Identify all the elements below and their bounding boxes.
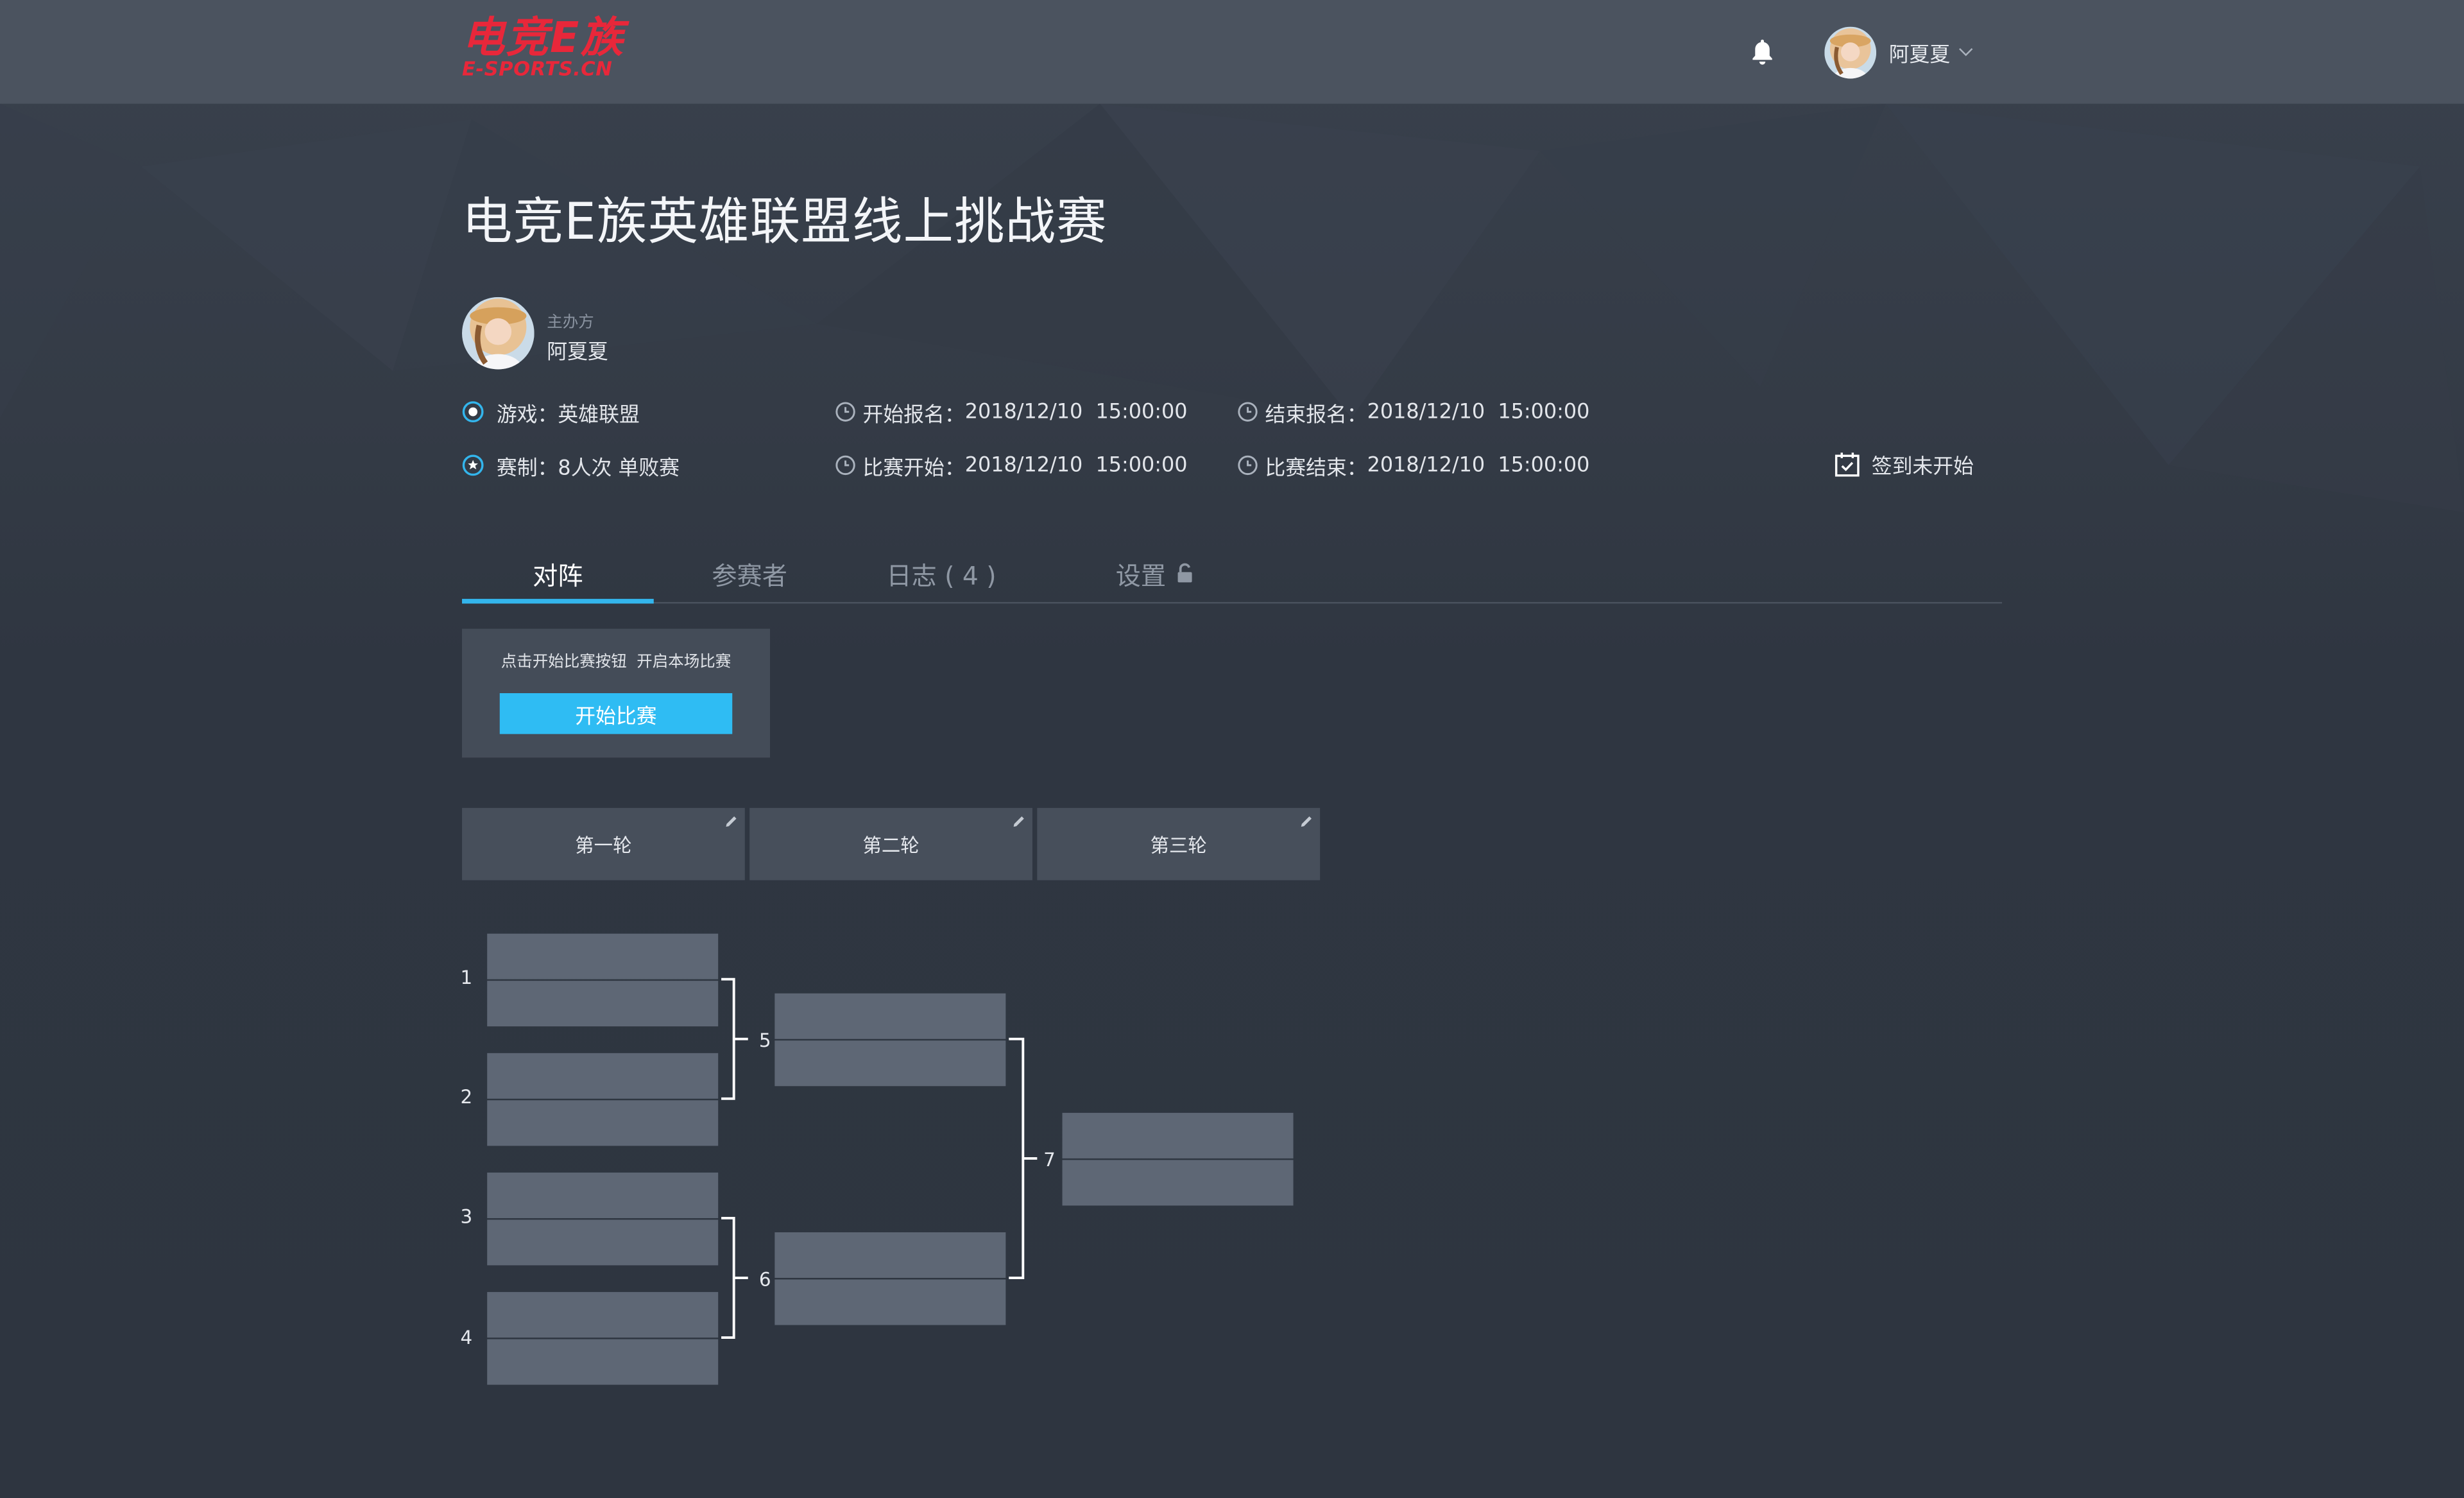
round-header-3: 第三轮	[1037, 807, 1321, 881]
avatar	[1824, 26, 1877, 78]
match-1-slot-b[interactable]	[487, 981, 719, 1027]
round-label-2: 第二轮	[862, 834, 920, 856]
match-number-3: 3	[460, 1205, 473, 1228]
match-7-slot-b[interactable]	[1062, 1160, 1294, 1206]
logo-text-cn: 电竞E族	[462, 14, 625, 63]
clock-icon	[1238, 402, 1258, 422]
round-label-3: 第三轮	[1150, 834, 1207, 856]
clock-icon	[835, 455, 855, 476]
active-tab-indicator	[462, 599, 654, 604]
page: 电竞E族 E-SPORTS.CN 阿夏夏 电竞E族英雄联盟线上挑战赛 主办方 阿…	[0, 0, 2464, 1498]
tab-participants[interactable]: 参赛者	[654, 544, 846, 602]
match-3-slot-b[interactable]	[487, 1219, 719, 1266]
match-number-7: 7	[1043, 1149, 1056, 1171]
top-bar: 电竞E族 E-SPORTS.CN 阿夏夏	[0, 0, 2464, 104]
start-match-hint: 点击开始比赛按钮 开启本场比赛	[501, 653, 732, 671]
star-badge-icon	[462, 454, 484, 476]
match-end-label: 比赛结束：	[1265, 456, 1367, 481]
match-start-label: 比赛开始：	[862, 456, 965, 481]
format-label: 赛制：	[496, 456, 558, 481]
game-value: 英雄联盟	[558, 403, 640, 427]
match-7-slot-a[interactable]	[1062, 1112, 1294, 1158]
tab-bracket-label: 对阵	[533, 560, 583, 590]
bell-icon[interactable]	[1749, 38, 1776, 66]
pencil-icon[interactable]	[724, 814, 739, 829]
bracket-connectors	[721, 977, 1038, 1339]
pencil-icon[interactable]	[1012, 814, 1026, 829]
registration-end-label: 结束报名：	[1265, 403, 1367, 427]
registration-end-value: 2018/12/10 15:00:00	[1367, 400, 1590, 424]
lock-icon	[1177, 563, 1192, 583]
start-match-panel: 点击开始比赛按钮 开启本场比赛 开始比赛	[462, 628, 771, 758]
tab-log[interactable]: 日志 ( 4 )	[846, 544, 1038, 602]
tab-settings[interactable]: 设置	[1059, 544, 1251, 602]
logo[interactable]: 电竞E族 E-SPORTS.CN	[462, 15, 682, 88]
pencil-icon[interactable]	[1299, 814, 1313, 829]
calendar-check-icon	[1835, 452, 1860, 476]
tab-bracket[interactable]: 对阵	[462, 544, 654, 602]
match-start-value: 2018/12/10 15:00:00	[964, 453, 1188, 478]
match-end-info: 比赛结束： 2018/12/10 15:00:00	[1236, 451, 1590, 481]
registration-start-label: 开始报名：	[862, 403, 965, 427]
match-5-slot-a[interactable]	[774, 993, 1006, 1039]
tab-participants-label: 参赛者	[712, 560, 787, 590]
round-label-1: 第一轮	[575, 834, 632, 856]
round-header-1: 第一轮	[462, 807, 745, 881]
match-4-slot-a[interactable]	[487, 1292, 719, 1338]
registration-end-info: 结束报名： 2018/12/10 15:00:00	[1236, 398, 1590, 427]
checkin-status-label: 签到未开始	[1871, 454, 1974, 479]
match-2-slot-b[interactable]	[487, 1100, 719, 1146]
match-2-slot-a[interactable]	[487, 1053, 719, 1099]
logo-text-en: E-SPORTS.CN	[462, 56, 613, 80]
format-info: 赛制： 8人次 单败赛	[462, 451, 680, 481]
registration-start-info: 开始报名： 2018/12/10 15:00:00	[834, 398, 1188, 427]
match-5-slot-b[interactable]	[774, 1040, 1006, 1087]
page-title: 电竞E族英雄联盟线上挑战赛	[462, 191, 1108, 252]
host-avatar	[462, 297, 535, 370]
match-start-info: 比赛开始： 2018/12/10 15:00:00	[834, 451, 1188, 481]
match-number-2: 2	[460, 1086, 473, 1108]
tab-log-label: 日志 ( 4 )	[886, 560, 997, 590]
match-4-slot-b[interactable]	[487, 1339, 719, 1385]
game-info: 游戏： 英雄联盟	[462, 398, 640, 427]
tab-settings-label: 设置	[1115, 560, 1167, 590]
host-name: 阿夏夏	[547, 341, 608, 365]
format-value: 8人次 单败赛	[558, 456, 680, 481]
start-match-button[interactable]: 开始比赛	[499, 693, 733, 734]
match-1-slot-a[interactable]	[487, 933, 719, 979]
match-6-slot-a[interactable]	[774, 1232, 1006, 1278]
registration-start-value: 2018/12/10 15:00:00	[964, 400, 1188, 424]
match-number-6: 6	[758, 1268, 771, 1291]
user-name: 阿夏夏	[1888, 43, 1951, 67]
match-number-4: 4	[460, 1326, 473, 1349]
match-3-slot-a[interactable]	[487, 1172, 719, 1218]
checkin-status[interactable]: 签到未开始	[1834, 449, 1974, 479]
tab-bar: 对阵 参赛者 日志 ( 4 ) 设置	[462, 544, 2003, 604]
radio-icon	[462, 401, 484, 423]
match-number-5: 5	[758, 1029, 771, 1052]
user-menu[interactable]: 阿夏夏	[1824, 25, 1974, 78]
match-end-value: 2018/12/10 15:00:00	[1367, 453, 1590, 478]
chevron-down-icon	[1959, 48, 1973, 56]
clock-icon	[835, 402, 855, 422]
host-label: 主办方	[547, 314, 594, 332]
match-6-slot-b[interactable]	[774, 1279, 1006, 1325]
round-header-2: 第二轮	[749, 807, 1032, 881]
match-number-1: 1	[460, 967, 473, 989]
clock-icon	[1238, 455, 1258, 476]
game-label: 游戏：	[496, 403, 558, 427]
